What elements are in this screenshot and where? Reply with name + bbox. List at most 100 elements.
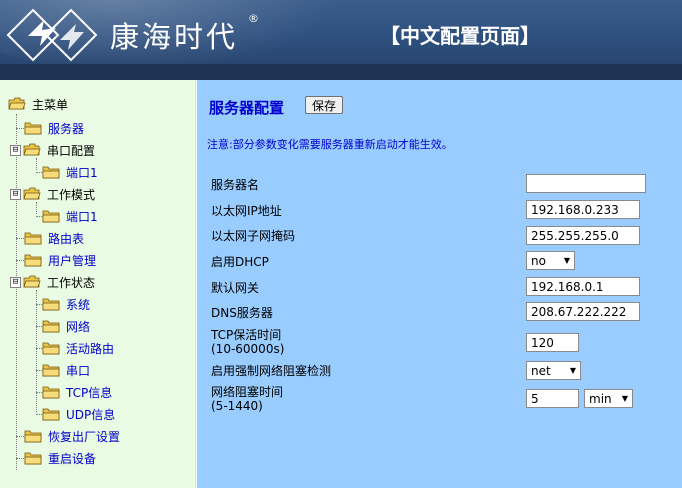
dns-input[interactable] <box>526 302 640 321</box>
sidebar-item-route-table[interactable]: 路由表 <box>24 228 84 248</box>
block-time-unit-select[interactable]: min ▼ <box>584 389 633 408</box>
dhcp-select-value: no <box>531 253 546 268</box>
block-time-label-line2: (5-1440) <box>211 399 263 413</box>
section-title: 服务器配置 <box>209 99 285 117</box>
tree-line <box>16 458 24 459</box>
keepalive-label: TCP保活时间 (10-60000s) <box>211 328 284 356</box>
tree-root[interactable]: 主菜单 <box>8 94 68 114</box>
sidebar-item-tcp-info[interactable]: TCP信息 <box>42 382 112 402</box>
tree-line <box>16 260 24 261</box>
sidebar-item-serial-port1[interactable]: 端口1 <box>42 162 98 182</box>
keepalive-label-line2: (10-60000s) <box>211 342 285 356</box>
sidebar-item-work-port1[interactable]: 端口1 <box>42 206 98 226</box>
sidebar-item-label: UDP信息 <box>66 407 116 422</box>
tree-line <box>16 128 24 129</box>
block-detect-select-value: net <box>531 363 551 378</box>
block-detect-label: 启用强制网络阻塞检测 <box>211 364 332 378</box>
keepalive-label-line1: TCP保活时间 <box>211 328 282 342</box>
sidebar-item-work-status[interactable]: ⊟ 工作状态 <box>10 272 95 292</box>
tree-line <box>16 436 24 437</box>
tree-root-label: 主菜单 <box>32 97 69 112</box>
sidebar-item-label: 工作模式 <box>47 187 96 202</box>
folder-icon <box>42 298 60 311</box>
brand-logo-icon <box>6 8 98 62</box>
header-banner: 康海时代 ® 【中文配置页面】 <box>0 0 682 80</box>
folder-icon <box>42 166 60 179</box>
tree-line <box>16 114 17 470</box>
sidebar-item-work-mode[interactable]: ⊟ 工作模式 <box>10 184 95 204</box>
sidebar-item-label: 串口配置 <box>47 143 96 158</box>
ip-address-label: 以太网IP地址 <box>211 204 282 218</box>
dns-label: DNS服务器 <box>211 306 273 320</box>
folder-icon <box>42 364 60 377</box>
folder-icon <box>24 452 42 465</box>
block-detect-select[interactable]: net ▼ <box>526 361 581 380</box>
tree-line <box>16 238 24 239</box>
dropdown-arrow-icon: ▼ <box>621 394 628 403</box>
folder-icon <box>24 122 42 135</box>
sidebar-item-label: 系统 <box>66 297 91 312</box>
sidebar-item-serial-config[interactable]: ⊟ 串口配置 <box>10 140 95 160</box>
sidebar-item-label: TCP信息 <box>66 385 113 400</box>
main-panel: 服务器配置 保存 注意:部分参数变化需要服务器重新启动才能生效。 服务器名 以太… <box>197 80 682 488</box>
folder-icon <box>24 430 42 443</box>
sidebar-item-server[interactable]: 服务器 <box>24 118 84 138</box>
folder-icon <box>42 386 60 399</box>
subnet-mask-input[interactable] <box>526 226 640 245</box>
block-time-input[interactable] <box>526 389 579 408</box>
dropdown-arrow-icon: ▼ <box>569 366 576 375</box>
gateway-input[interactable] <box>526 277 640 296</box>
sidebar-item-label: 重启设备 <box>48 451 97 466</box>
save-button[interactable]: 保存 <box>305 96 344 114</box>
server-name-label: 服务器名 <box>211 178 260 192</box>
sidebar-item-udp-info[interactable]: UDP信息 <box>42 404 115 424</box>
block-time-label-line1: 网络阻塞时间 <box>211 385 284 399</box>
dhcp-select[interactable]: no ▼ <box>526 251 575 270</box>
dropdown-arrow-icon: ▼ <box>563 256 570 265</box>
collapse-toggle-icon[interactable]: ⊟ <box>10 276 21 288</box>
subnet-mask-label: 以太网子网掩码 <box>211 229 296 243</box>
collapse-toggle-icon[interactable]: ⊟ <box>10 144 21 156</box>
tree-line <box>36 290 37 412</box>
block-time-label: 网络阻塞时间 (5-1440) <box>211 385 283 413</box>
ip-address-input[interactable] <box>526 200 640 219</box>
sidebar-item-serial-status[interactable]: 串口 <box>42 360 90 380</box>
sidebar-item-label: 路由表 <box>48 231 85 246</box>
open-folder-icon <box>23 275 41 288</box>
gateway-label: 默认网关 <box>211 281 260 295</box>
sidebar-item-label: 网络 <box>66 319 91 334</box>
sidebar-item-factory-reset[interactable]: 恢复出厂设置 <box>24 426 120 446</box>
page-title: 【中文配置页面】 <box>380 24 540 48</box>
sidebar-menu: 主菜单 服务器 ⊟ 串口配置 端口1 ⊟ 工作模式 端口1 路由表 用户管理 ⊟… <box>0 80 196 488</box>
folder-icon <box>42 408 60 421</box>
folder-icon <box>42 320 60 333</box>
brand-name: 康海时代 <box>110 20 239 54</box>
folder-icon <box>24 254 42 267</box>
collapse-toggle-icon[interactable]: ⊟ <box>10 188 21 200</box>
open-folder-icon <box>8 97 26 110</box>
sidebar-item-label: 串口 <box>66 363 91 378</box>
server-name-input[interactable] <box>526 174 646 193</box>
sidebar-item-label: 端口1 <box>66 209 98 224</box>
header-bottom-bar <box>0 64 682 80</box>
folder-icon <box>42 342 60 355</box>
registered-mark: ® <box>248 12 259 25</box>
sidebar-item-system[interactable]: 系统 <box>42 294 90 314</box>
sidebar-item-label: 服务器 <box>48 121 85 136</box>
sidebar-item-reboot[interactable]: 重启设备 <box>24 448 96 468</box>
open-folder-icon <box>23 187 41 200</box>
sidebar-item-user-mgmt[interactable]: 用户管理 <box>24 250 96 270</box>
sidebar-item-label: 恢复出厂设置 <box>48 429 121 444</box>
sidebar-item-label: 用户管理 <box>48 253 97 268</box>
open-folder-icon <box>23 143 41 156</box>
folder-icon <box>24 232 42 245</box>
dhcp-label: 启用DHCP <box>211 255 269 269</box>
sidebar-item-active-routes[interactable]: 活动路由 <box>42 338 114 358</box>
sidebar-item-label: 工作状态 <box>47 275 96 290</box>
sidebar-item-label: 端口1 <box>66 165 98 180</box>
block-time-unit-value: min <box>589 391 612 406</box>
keepalive-input[interactable] <box>526 333 579 352</box>
restart-notice: 注意:部分参数变化需要服务器重新启动才能生效。 <box>207 138 453 151</box>
sidebar-item-label: 活动路由 <box>66 341 115 356</box>
sidebar-item-network[interactable]: 网络 <box>42 316 90 336</box>
